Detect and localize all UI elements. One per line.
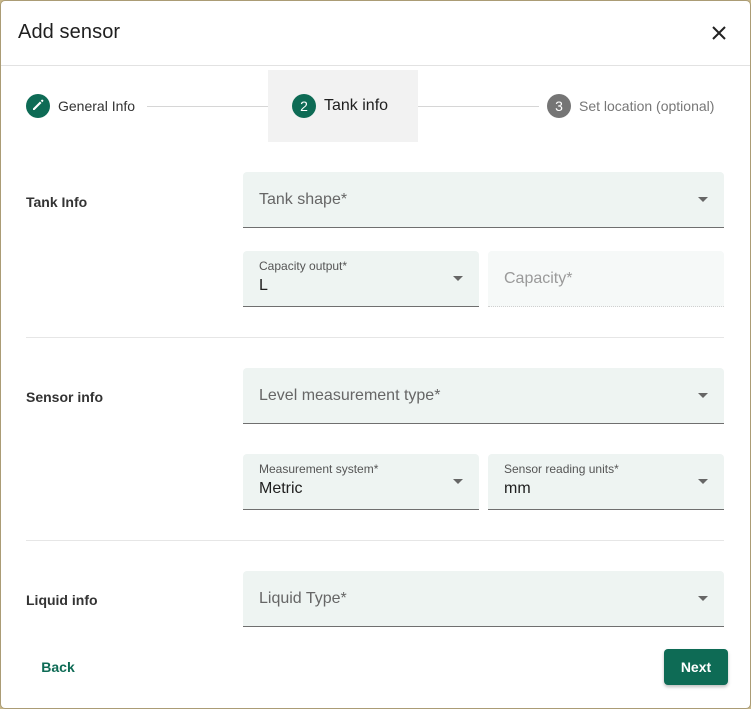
tank-shape-select[interactable]: Tank shape* [243, 172, 724, 228]
stepper-connector [147, 106, 268, 107]
section-label-tank-info: Tank Info [26, 194, 88, 210]
step-label: General Info [58, 98, 136, 114]
step-number: 3 [547, 94, 571, 118]
section-divider [26, 540, 724, 541]
field-placeholder: Level measurement type* [259, 387, 441, 404]
step-label: Set location (optional) [579, 98, 715, 114]
field-value: L [259, 277, 268, 294]
dropdown-arrow-icon [698, 596, 708, 601]
dropdown-arrow-icon [453, 276, 463, 281]
capacity-input[interactable]: Capacity* [488, 251, 724, 307]
capacity-output-select[interactable]: Capacity output* L [243, 251, 479, 307]
field-label: Measurement system* [259, 462, 379, 476]
next-button[interactable]: Next [664, 649, 728, 685]
add-sensor-dialog: Add sensor General Info 2 Tank info 3 Se… [1, 1, 750, 708]
step-number: 2 [292, 94, 316, 118]
dropdown-arrow-icon [698, 197, 708, 202]
pencil-icon [31, 98, 45, 115]
section-label-sensor-info: Sensor info [26, 389, 104, 405]
back-button[interactable]: Back [28, 649, 88, 685]
section-divider [26, 337, 724, 338]
field-value: mm [504, 480, 531, 497]
field-placeholder: Capacity* [504, 270, 573, 287]
sensor-reading-units-select[interactable]: Sensor reading units* mm [488, 454, 724, 510]
level-measurement-type-select[interactable]: Level measurement type* [243, 368, 724, 424]
step-set-location[interactable]: 3 Set location (optional) [547, 94, 714, 118]
field-placeholder: Liquid Type* [259, 590, 347, 607]
step-general-info[interactable]: General Info [26, 94, 135, 118]
dropdown-arrow-icon [698, 393, 708, 398]
close-icon [707, 21, 731, 45]
dialog-title: Add sensor [18, 21, 121, 43]
step-tank-info[interactable]: 2 Tank info [292, 94, 388, 118]
measurement-system-select[interactable]: Measurement system* Metric [243, 454, 479, 510]
step-completed-indicator [26, 94, 50, 118]
close-button[interactable] [707, 21, 731, 45]
dropdown-arrow-icon [698, 479, 708, 484]
step-label: Tank info [324, 97, 389, 114]
stepper-connector [418, 106, 539, 107]
field-label: Capacity output* [259, 259, 348, 273]
field-value: Metric [259, 480, 303, 497]
field-label: Sensor reading units* [504, 462, 619, 476]
dialog-header: Add sensor [1, 1, 750, 66]
liquid-type-select[interactable]: Liquid Type* [243, 571, 724, 627]
section-label-liquid-info: Liquid info [26, 592, 98, 608]
dropdown-arrow-icon [453, 479, 463, 484]
field-placeholder: Tank shape* [259, 191, 348, 208]
